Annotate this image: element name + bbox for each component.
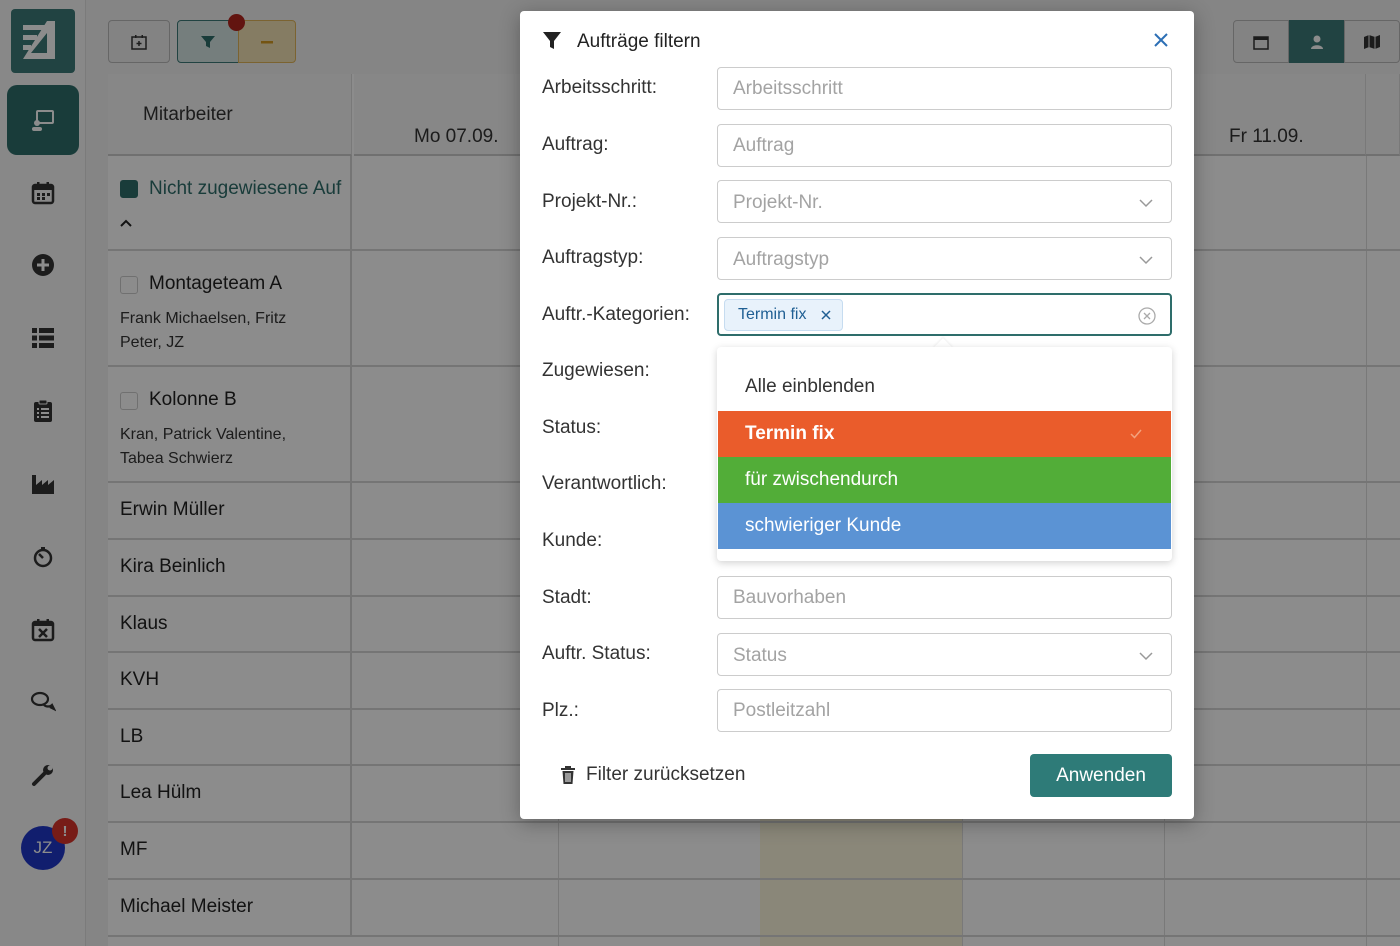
label-status: Status: [542, 417, 602, 438]
projekt-select[interactable]: Projekt-Nr. [717, 180, 1172, 223]
filter-icon [543, 32, 561, 49]
dialog-title: Aufträge filtern [577, 31, 701, 52]
label-auftrag: Auftrag: [542, 134, 609, 155]
option-fuer-zwischendurch[interactable]: für zwischendurch [718, 457, 1171, 503]
remove-tag-icon[interactable] [820, 309, 832, 321]
reset-filter-button[interactable]: Filter zurücksetzen [560, 764, 745, 786]
auftrag-input[interactable] [718, 125, 1171, 166]
chevron-down-icon [1139, 199, 1153, 208]
option-schwieriger-kunde[interactable]: schwieriger Kunde [718, 503, 1171, 549]
plz-input[interactable] [718, 690, 1171, 731]
kategorien-dropdown: Alle einblenden Termin fix für zwischend… [717, 347, 1172, 561]
chevron-down-icon [1139, 652, 1153, 661]
check-icon [1130, 429, 1142, 439]
plz-field[interactable] [717, 689, 1172, 732]
stadt-field[interactable] [717, 576, 1172, 619]
auftrag-field[interactable] [717, 124, 1172, 167]
clear-circle-icon[interactable] [1137, 306, 1157, 326]
selected-tag: Termin fix [724, 299, 844, 331]
label-projekt: Projekt-Nr.: [542, 191, 638, 212]
label-arbeitsschritt: Arbeitsschritt: [542, 77, 658, 98]
auftragstyp-select[interactable]: Auftragstyp [717, 237, 1172, 280]
label-plz: Plz.: [542, 700, 579, 721]
label-zugewiesen: Zugewiesen: [542, 360, 650, 381]
label-stadt: Stadt: [542, 587, 592, 608]
kategorien-multiselect[interactable]: Termin fix [717, 293, 1172, 336]
label-kunde: Kunde: [542, 530, 603, 551]
apply-button[interactable]: Anwenden [1030, 754, 1172, 797]
trash-icon [561, 766, 575, 784]
auftr-status-select[interactable]: Status [717, 633, 1172, 676]
stadt-input[interactable] [718, 577, 1171, 618]
option-show-all[interactable]: Alle einblenden [718, 364, 1171, 410]
label-kategorien: Auftr.-Kategorien: [542, 304, 690, 325]
arbeitsschritt-input[interactable] [718, 68, 1171, 109]
label-auftr-status: Auftr. Status: [542, 643, 651, 664]
option-termin-fix[interactable]: Termin fix [718, 411, 1171, 457]
chevron-down-icon [1139, 256, 1153, 265]
label-auftragstyp: Auftragstyp: [542, 247, 644, 268]
arbeitsschritt-field[interactable] [717, 67, 1172, 110]
label-verantwortlich: Verantwortlich: [542, 473, 667, 494]
close-icon[interactable] [1150, 29, 1172, 51]
